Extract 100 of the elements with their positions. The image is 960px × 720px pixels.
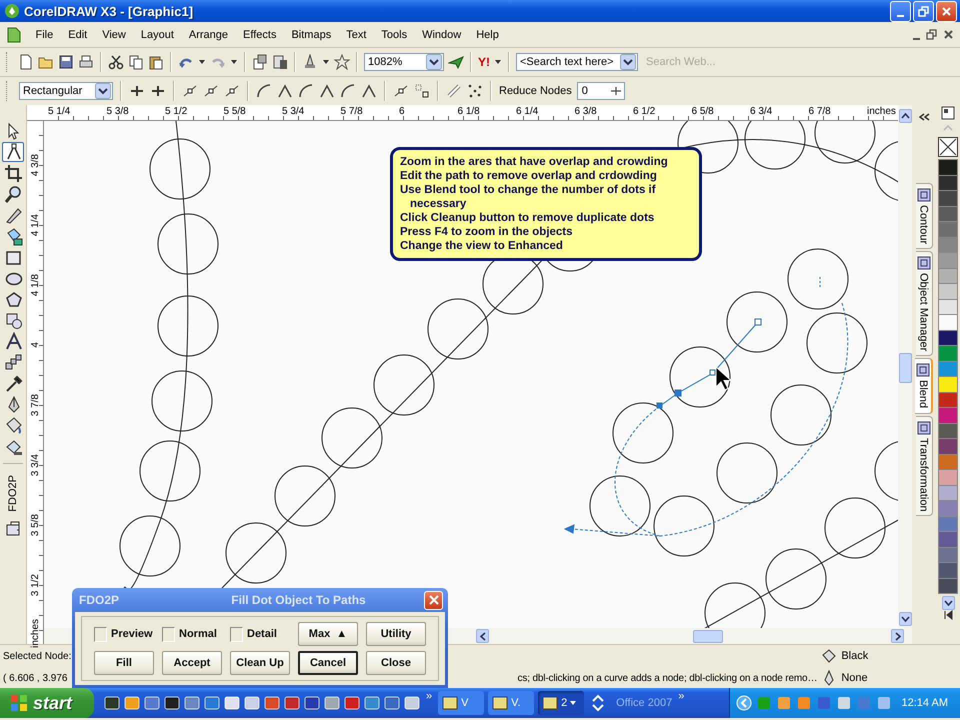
program-icon[interactable] <box>184 695 200 711</box>
program-icon[interactable] <box>144 695 160 711</box>
color-swatch[interactable] <box>938 469 958 486</box>
program-icon[interactable] <box>324 695 340 711</box>
docker-tab[interactable]: Contour <box>916 183 932 250</box>
menu-item[interactable]: Tools <box>374 26 415 42</box>
node-tool-icon[interactable] <box>361 83 377 99</box>
minimize-button[interactable] <box>890 0 911 22</box>
color-swatch[interactable] <box>938 562 958 578</box>
docker-tab[interactable]: Blend <box>915 358 933 414</box>
dialog-button[interactable]: Cancel <box>298 651 358 675</box>
tool-button[interactable] <box>2 142 24 162</box>
menu-item[interactable]: View <box>94 26 134 42</box>
menu-item[interactable]: Edit <box>60 26 95 42</box>
color-swatch[interactable] <box>938 159 958 176</box>
scroll-down-button[interactable] <box>898 612 912 626</box>
scrollbar-thumb[interactable] <box>898 352 912 382</box>
menu-item[interactable]: Layout <box>133 26 182 42</box>
program-icon[interactable] <box>124 695 140 711</box>
reduce-nodes-field[interactable]: 0 <box>576 82 625 100</box>
import-icon[interactable] <box>252 54 268 70</box>
selection-mode-dropdown[interactable]: Rectangular <box>19 82 113 100</box>
menu-item[interactable]: Effects <box>236 26 284 42</box>
caret-icon[interactable] <box>230 58 238 66</box>
caret-icon[interactable] <box>198 58 206 66</box>
color-swatch[interactable] <box>938 578 958 594</box>
tool-button[interactable] <box>2 163 24 183</box>
scroll-left-button[interactable] <box>476 629 489 643</box>
program-icon[interactable] <box>224 695 240 711</box>
save-icon[interactable] <box>58 54 74 70</box>
chevron-left-icon[interactable] <box>736 695 752 711</box>
program-icon[interactable] <box>244 695 260 711</box>
close-button[interactable] <box>936 0 957 22</box>
program-icon[interactable] <box>364 695 380 711</box>
scroll-down-button[interactable] <box>942 596 954 610</box>
menu-item[interactable]: Arrange <box>181 26 236 42</box>
node-tool-icon[interactable] <box>256 83 272 99</box>
color-swatch[interactable] <box>938 221 958 238</box>
taskbar-button[interactable]: V. <box>488 691 534 715</box>
scroll-right-button[interactable] <box>891 629 904 643</box>
paper-plane-icon[interactable] <box>448 54 464 70</box>
double-chevron-icon[interactable] <box>918 113 930 121</box>
caret-icon[interactable] <box>494 58 502 66</box>
restore-button[interactable] <box>913 0 934 22</box>
node-dots-icon[interactable] <box>467 83 483 99</box>
toggle-checkbox[interactable]: Preview <box>94 622 154 646</box>
program-icon[interactable] <box>104 695 120 711</box>
color-swatch[interactable] <box>938 376 958 392</box>
star-icon[interactable] <box>334 54 350 70</box>
taskbar-button[interactable]: 2 <box>538 691 584 715</box>
copy-icon[interactable] <box>128 54 144 70</box>
program-icon[interactable] <box>404 695 420 711</box>
node-tool-icon[interactable] <box>298 83 314 99</box>
node-tool-icon[interactable] <box>277 83 293 99</box>
docker-tab[interactable]: Object Manager <box>916 251 932 356</box>
printer-icon[interactable] <box>78 54 94 70</box>
start-button[interactable]: start <box>0 688 94 718</box>
node-select-icon[interactable] <box>414 83 430 99</box>
program-icon[interactable] <box>304 695 320 711</box>
color-swatch[interactable] <box>938 190 958 206</box>
zoom-levels-dropdown[interactable]: 1082% <box>364 53 444 71</box>
restore-icon[interactable] <box>926 29 937 40</box>
node-tool-icon[interactable] <box>203 83 219 99</box>
color-swatch[interactable] <box>938 252 958 268</box>
dialog-button[interactable]: Max ▲ <box>298 622 358 646</box>
paste-icon[interactable] <box>148 54 164 70</box>
node-tool-icon[interactable] <box>182 83 198 99</box>
color-swatch[interactable] <box>938 314 958 330</box>
no-color-swatch[interactable] <box>938 137 958 157</box>
close-icon[interactable] <box>943 29 954 40</box>
dialog-button[interactable]: Fill <box>94 651 154 675</box>
color-swatch[interactable] <box>938 283 958 300</box>
chevron-up-icon[interactable] <box>592 694 604 703</box>
color-swatch[interactable] <box>938 500 958 516</box>
close-button[interactable] <box>424 590 443 610</box>
dialog-button[interactable]: Clean Up <box>230 651 290 675</box>
color-swatch[interactable] <box>938 531 958 548</box>
program-icon[interactable] <box>164 695 180 711</box>
scissors-icon[interactable] <box>108 54 124 70</box>
search-dropdown[interactable]: <Search text here> <box>516 53 638 71</box>
menu-item[interactable]: Bitmaps <box>284 26 339 42</box>
toggle-checkbox[interactable]: Detail <box>230 622 290 646</box>
dialog-button[interactable]: Close <box>366 651 426 675</box>
new-document-icon[interactable] <box>18 54 34 70</box>
taskbar-button[interactable]: V <box>438 691 484 715</box>
docker-tab[interactable]: Transformation <box>916 416 932 516</box>
menu-item[interactable]: File <box>28 26 61 42</box>
more-button[interactable]: » <box>678 690 684 702</box>
dialog-button[interactable]: Accept <box>162 651 222 675</box>
last-page-icon[interactable] <box>942 610 954 620</box>
yahoo-logo[interactable]: Y! <box>478 55 490 69</box>
menu-item[interactable]: Help <box>468 26 506 42</box>
program-icon[interactable] <box>264 695 280 711</box>
more-button[interactable]: » <box>426 690 432 702</box>
caret-icon[interactable] <box>322 58 330 66</box>
node-tool-icon[interactable] <box>319 83 335 99</box>
scroll-up-button[interactable] <box>898 109 912 123</box>
toggle-checkbox[interactable]: Normal <box>162 622 222 646</box>
dialog-button[interactable]: Utility <box>366 622 426 646</box>
chevron-down-icon[interactable] <box>592 703 604 712</box>
